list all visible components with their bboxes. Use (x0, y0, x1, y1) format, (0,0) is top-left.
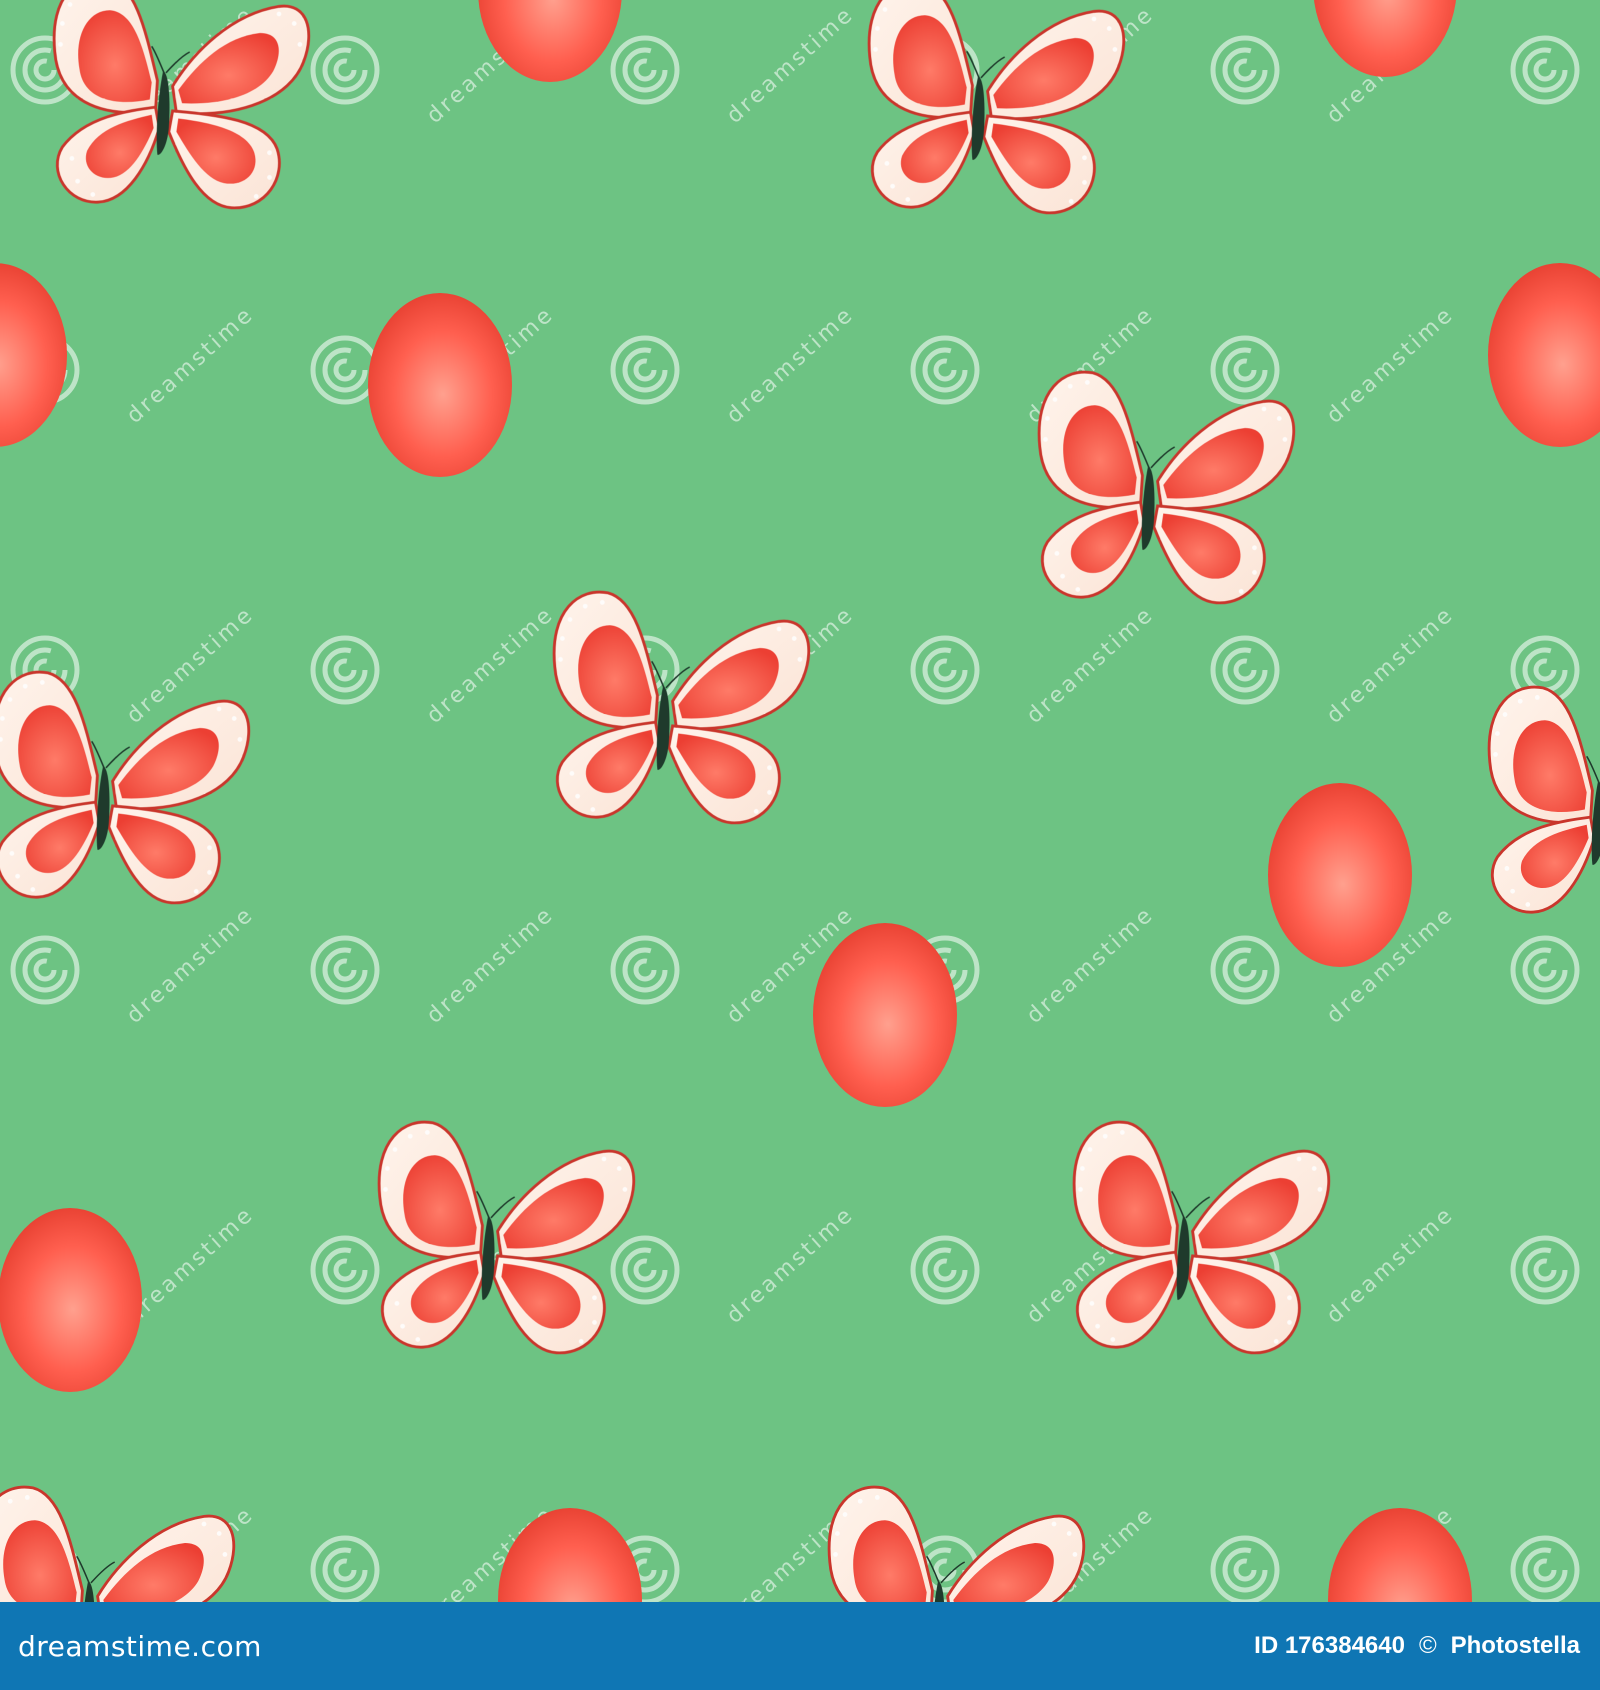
red-egg-icon (1268, 783, 1412, 967)
image-credits: ID 176384640 © Photostella (1254, 1632, 1580, 1660)
pattern-canvas: dreamstime dreamstimedreamstime dreamstime… (0, 0, 1600, 1602)
red-egg-icon (0, 1208, 142, 1392)
image-id-label: ID 176384640 (1254, 1632, 1405, 1659)
stock-footer-bar: dreamstime.com ID 176384640 © Photostell… (0, 1602, 1600, 1690)
author-name: Photostella (1450, 1632, 1580, 1659)
red-egg-icon (368, 293, 512, 477)
red-egg-icon (813, 923, 957, 1107)
seamless-pattern: dreamstime dreamstime dreamstime dreamstime… (0, 0, 1600, 1602)
copyright-icon: © (1418, 1632, 1437, 1659)
brand-label: dreamstime.com (18, 1629, 262, 1663)
